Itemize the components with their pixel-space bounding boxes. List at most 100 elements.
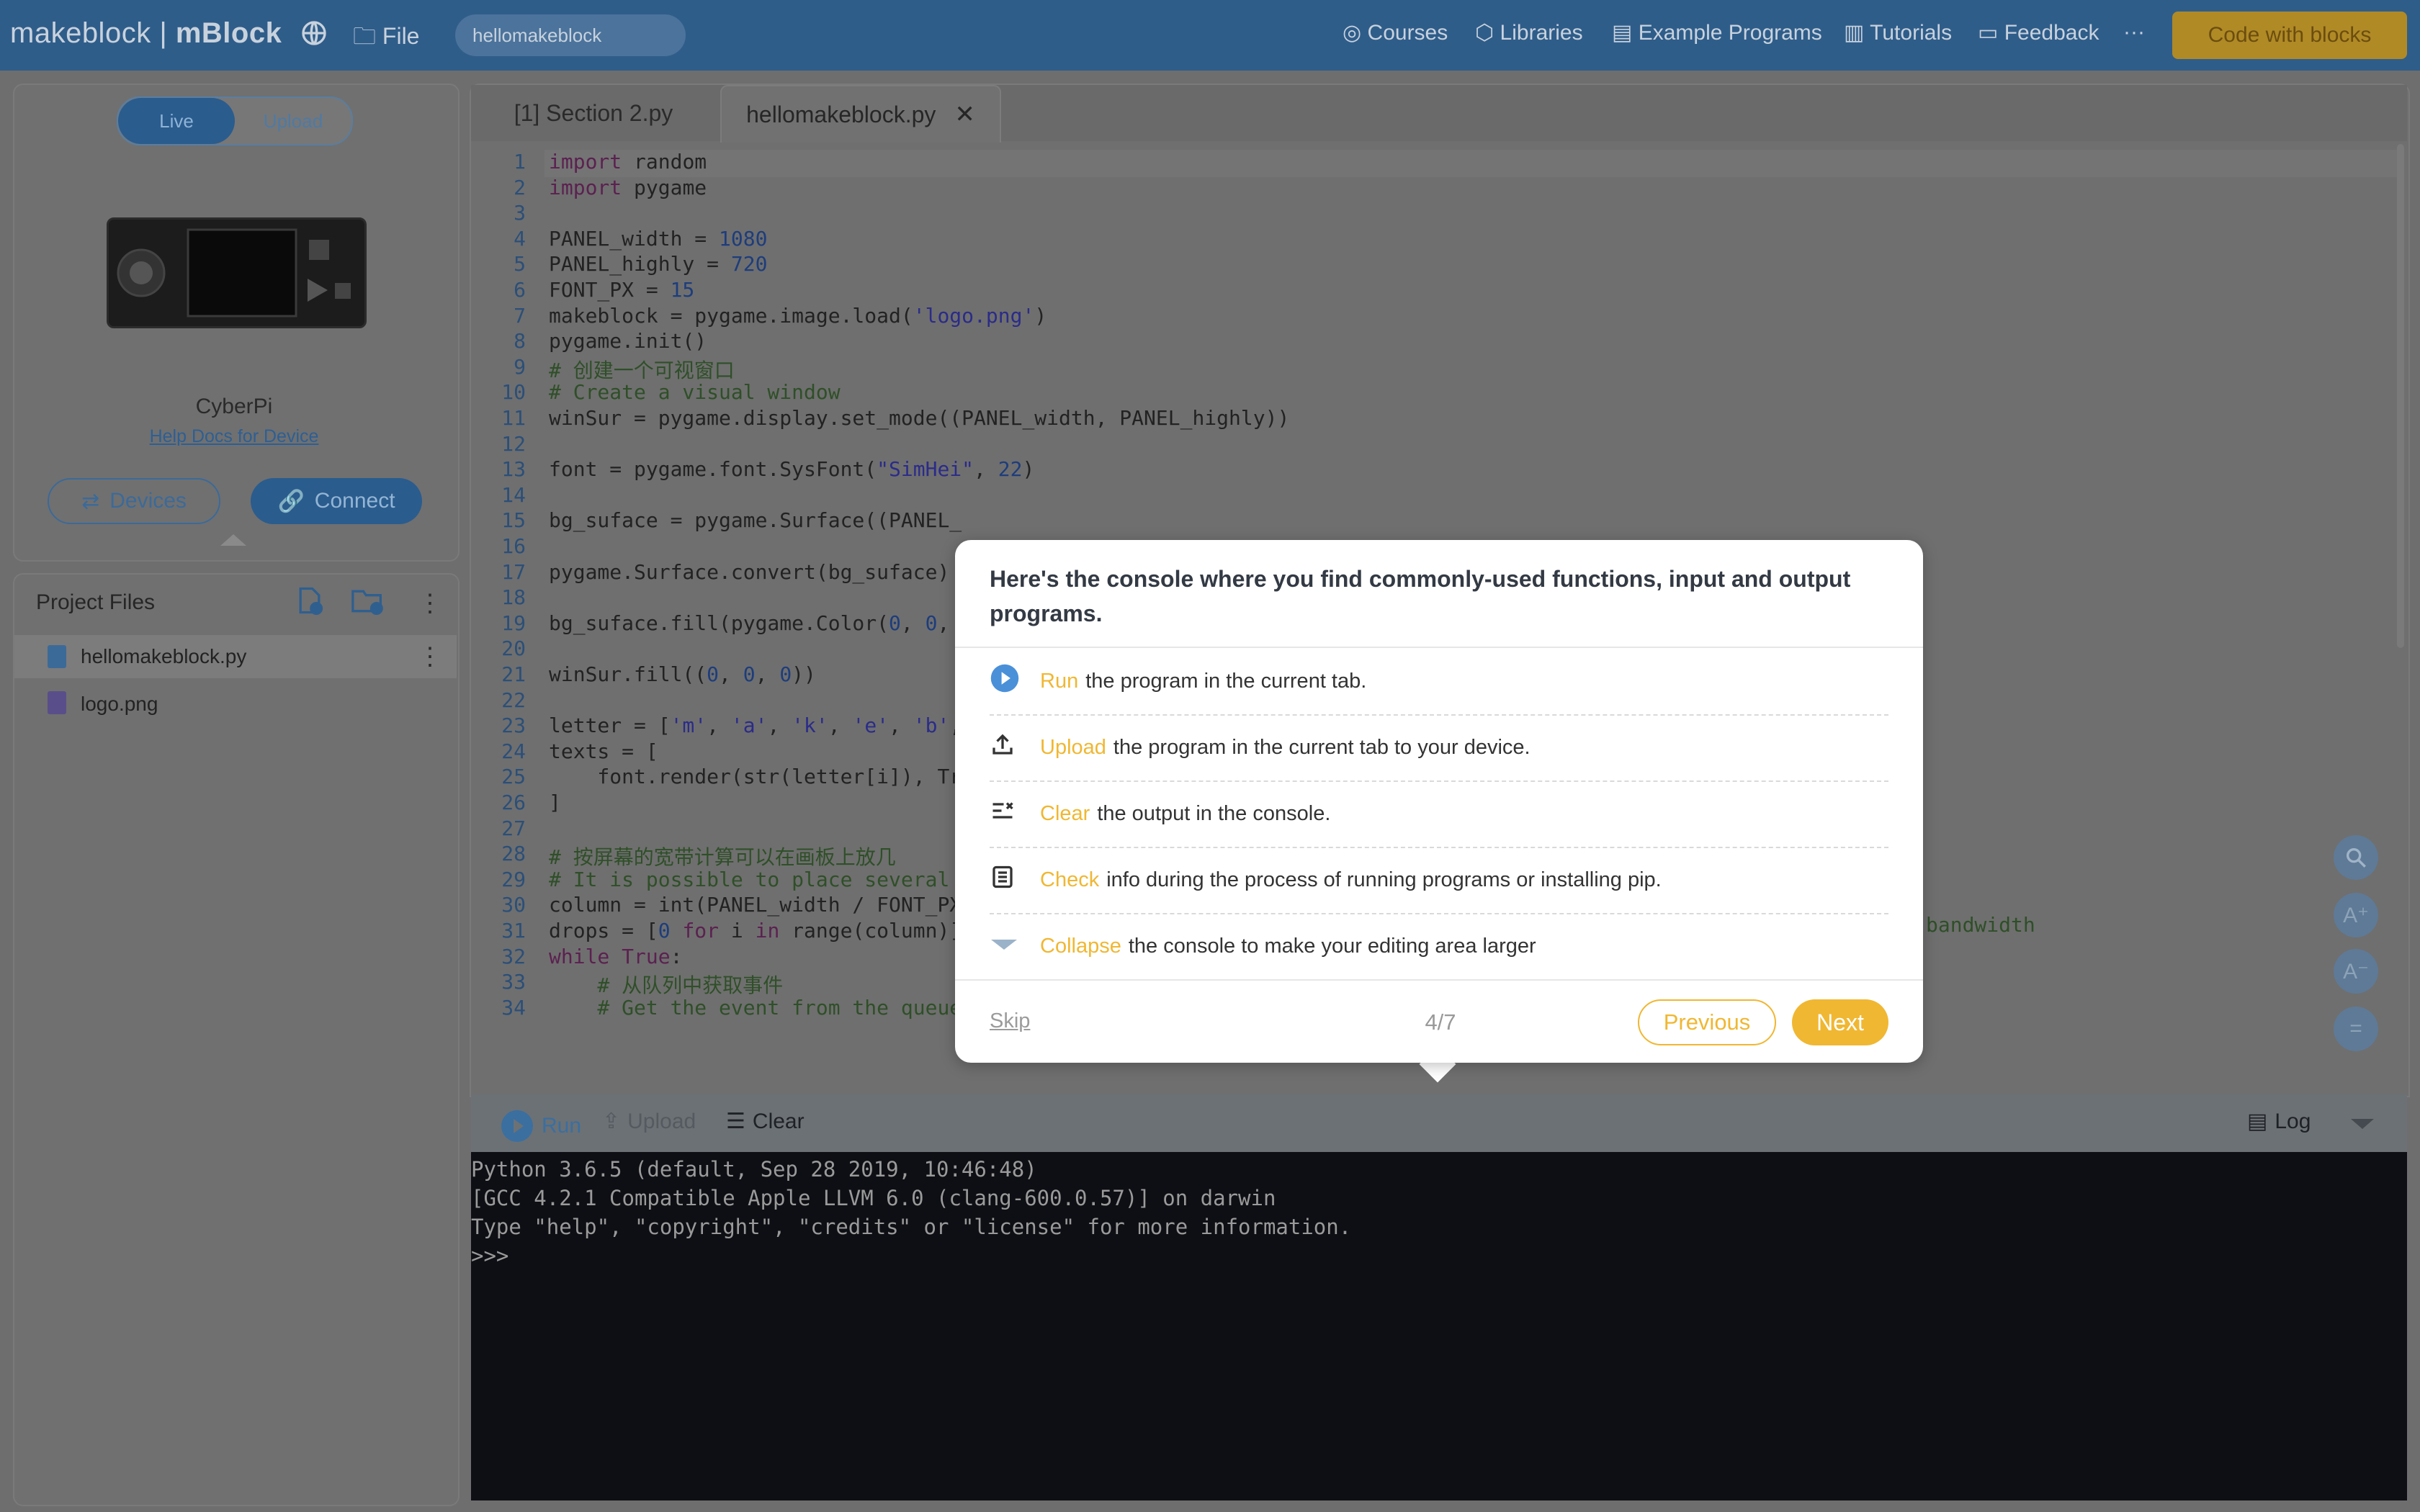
- play-icon: [990, 663, 1040, 700]
- files-more-icon[interactable]: ⋮: [418, 589, 442, 618]
- globe-icon[interactable]: [300, 19, 328, 54]
- connect-button[interactable]: 🔗 Connect: [251, 478, 422, 524]
- example-programs-icon: ▤: [1612, 21, 1633, 45]
- code-line: FONT_PX = 15: [549, 278, 695, 302]
- file-menu[interactable]: 🗀 File: [353, 20, 419, 59]
- line-number: 23: [501, 714, 526, 738]
- line-number: 30: [501, 893, 526, 917]
- file-item-logo[interactable]: logo.png: [81, 693, 158, 716]
- upload-mode-button[interactable]: Upload: [235, 98, 351, 144]
- swap-icon: ⇄: [81, 489, 100, 513]
- nav-example-programs[interactable]: ▤ Example Programs: [1612, 20, 1822, 45]
- line-number: 34: [501, 995, 526, 1020]
- tour-item-upload: Upload the program in the current tab to…: [990, 714, 1888, 782]
- code-line: PANEL_highly = 720: [549, 252, 768, 276]
- app-logo: makeblock | mBlock: [10, 17, 282, 50]
- code-line: winSur.fill((0, 0, 0)): [549, 662, 816, 686]
- next-button[interactable]: Next: [1792, 999, 1888, 1045]
- nav-feedback[interactable]: ▭ Feedback: [1978, 20, 2099, 45]
- line-number: 14: [501, 482, 526, 507]
- console-log-button[interactable]: ▤ Log: [2247, 1109, 2311, 1134]
- line-number: 13: [501, 457, 526, 482]
- code-line: # 创建一个可视窗口: [549, 358, 735, 382]
- courses-icon: ◎: [1343, 21, 1362, 45]
- line-number: 5: [514, 252, 526, 276]
- line-number: 29: [501, 867, 526, 891]
- tour-item-collapse: Collapse the console to make your editin…: [990, 913, 1888, 979]
- code-line: texts = [: [549, 739, 658, 763]
- code-line: font = pygame.font.SysFont("SimHei", 22): [549, 457, 1035, 482]
- mode-toggle[interactable]: Live Upload: [117, 96, 353, 145]
- file-more-icon[interactable]: ⋮: [418, 642, 442, 671]
- code-line: import pygame: [549, 175, 707, 199]
- code-with-blocks-button[interactable]: Code with blocks: [2172, 12, 2407, 59]
- close-tab-icon[interactable]: ✕: [954, 100, 975, 129]
- clear-icon: [990, 798, 1040, 830]
- tab-label: hellomakeblock.py: [746, 101, 936, 127]
- upload-icon: ⇪: [602, 1110, 621, 1133]
- tab-section-2[interactable]: [1] Section 2.py: [471, 85, 716, 141]
- line-number: 33: [501, 970, 526, 994]
- brand-separator: |: [159, 17, 168, 49]
- nav-tutorials[interactable]: ▥ Tutorials: [1844, 20, 1952, 45]
- font-increase-icon[interactable]: A⁺: [2334, 893, 2378, 937]
- line-number: 4: [514, 226, 526, 251]
- tab-hellomakeblock[interactable]: hellomakeblock.py ✕: [720, 85, 1001, 143]
- device-name: CyberPi: [195, 395, 273, 418]
- upload-icon: [990, 732, 1040, 764]
- line-number: 6: [514, 278, 526, 302]
- line-number: 2: [514, 175, 526, 199]
- line-number: 25: [501, 765, 526, 789]
- console-run-button[interactable]: Run: [500, 1109, 581, 1143]
- format-code-icon[interactable]: =: [2334, 1007, 2378, 1051]
- more-menu-button[interactable]: ···: [2123, 20, 2145, 45]
- font-decrease-icon[interactable]: A⁻: [2334, 949, 2378, 994]
- tour-step-counter: 4/7: [1425, 1009, 1456, 1035]
- line-number: 22: [501, 688, 526, 712]
- skip-tour-link[interactable]: Skip: [990, 1009, 1030, 1033]
- code-line-29-tail: bandwidth: [1926, 913, 2035, 937]
- nav-courses[interactable]: ◎ Courses: [1343, 20, 1448, 45]
- line-number: 9: [514, 354, 526, 379]
- new-folder-icon[interactable]: [350, 585, 385, 624]
- collapse-panel-arrow[interactable]: [220, 534, 246, 546]
- new-file-icon[interactable]: [294, 585, 326, 624]
- project-name-input[interactable]: [455, 14, 686, 56]
- device-image: [107, 217, 367, 328]
- search-icon[interactable]: [2334, 835, 2378, 880]
- link-icon: 🔗: [277, 489, 305, 513]
- console-upload-button[interactable]: ⇪ Upload: [602, 1109, 696, 1134]
- line-number: 28: [501, 842, 526, 866]
- tour-footer-divider: [955, 979, 1923, 981]
- line-number: 16: [501, 534, 526, 558]
- code-line: bg_suface = pygame.Surface((PANEL_: [549, 508, 962, 533]
- collapse-console-icon[interactable]: [2351, 1119, 2374, 1129]
- previous-button[interactable]: Previous: [1638, 999, 1776, 1045]
- clear-icon: ☰: [726, 1110, 745, 1133]
- line-number: 7: [514, 303, 526, 328]
- code-line: # 按屏幕的宽带计算可以在画板上放几: [549, 845, 896, 870]
- code-line: pygame.init(): [549, 329, 707, 354]
- line-number: 26: [501, 791, 526, 814]
- log-icon: ▤: [2247, 1110, 2268, 1133]
- devices-button[interactable]: ⇄ Devices: [48, 478, 220, 524]
- code-line: ]: [549, 791, 561, 814]
- code-line: makeblock = pygame.image.load('logo.png'…: [549, 303, 1047, 328]
- help-docs-link[interactable]: Help Docs for Device: [0, 426, 468, 447]
- line-number: 21: [501, 662, 526, 686]
- code-line: bg_suface.fill(pygame.Color(0, 0,: [549, 611, 950, 635]
- code-line: column = int(PANEL_width / FONT_PX: [549, 893, 962, 917]
- editor-scrollbar[interactable]: [2397, 144, 2404, 648]
- project-files-panel: [13, 573, 460, 1506]
- project-files-title: Project Files: [36, 590, 156, 614]
- live-mode-button[interactable]: Live: [118, 98, 235, 144]
- line-number: 3: [514, 201, 526, 225]
- nav-libraries[interactable]: ⬡ Libraries: [1475, 20, 1583, 45]
- line-number: 20: [501, 636, 526, 661]
- line-number: 8: [514, 329, 526, 354]
- tour-item-run: Run the program in the current tab.: [990, 648, 1888, 716]
- console-clear-button[interactable]: ☰ Clear: [726, 1109, 805, 1134]
- file-name: hellomakeblock.py: [81, 645, 247, 667]
- file-menu-label: File: [382, 23, 420, 49]
- code-line: while True:: [549, 944, 683, 968]
